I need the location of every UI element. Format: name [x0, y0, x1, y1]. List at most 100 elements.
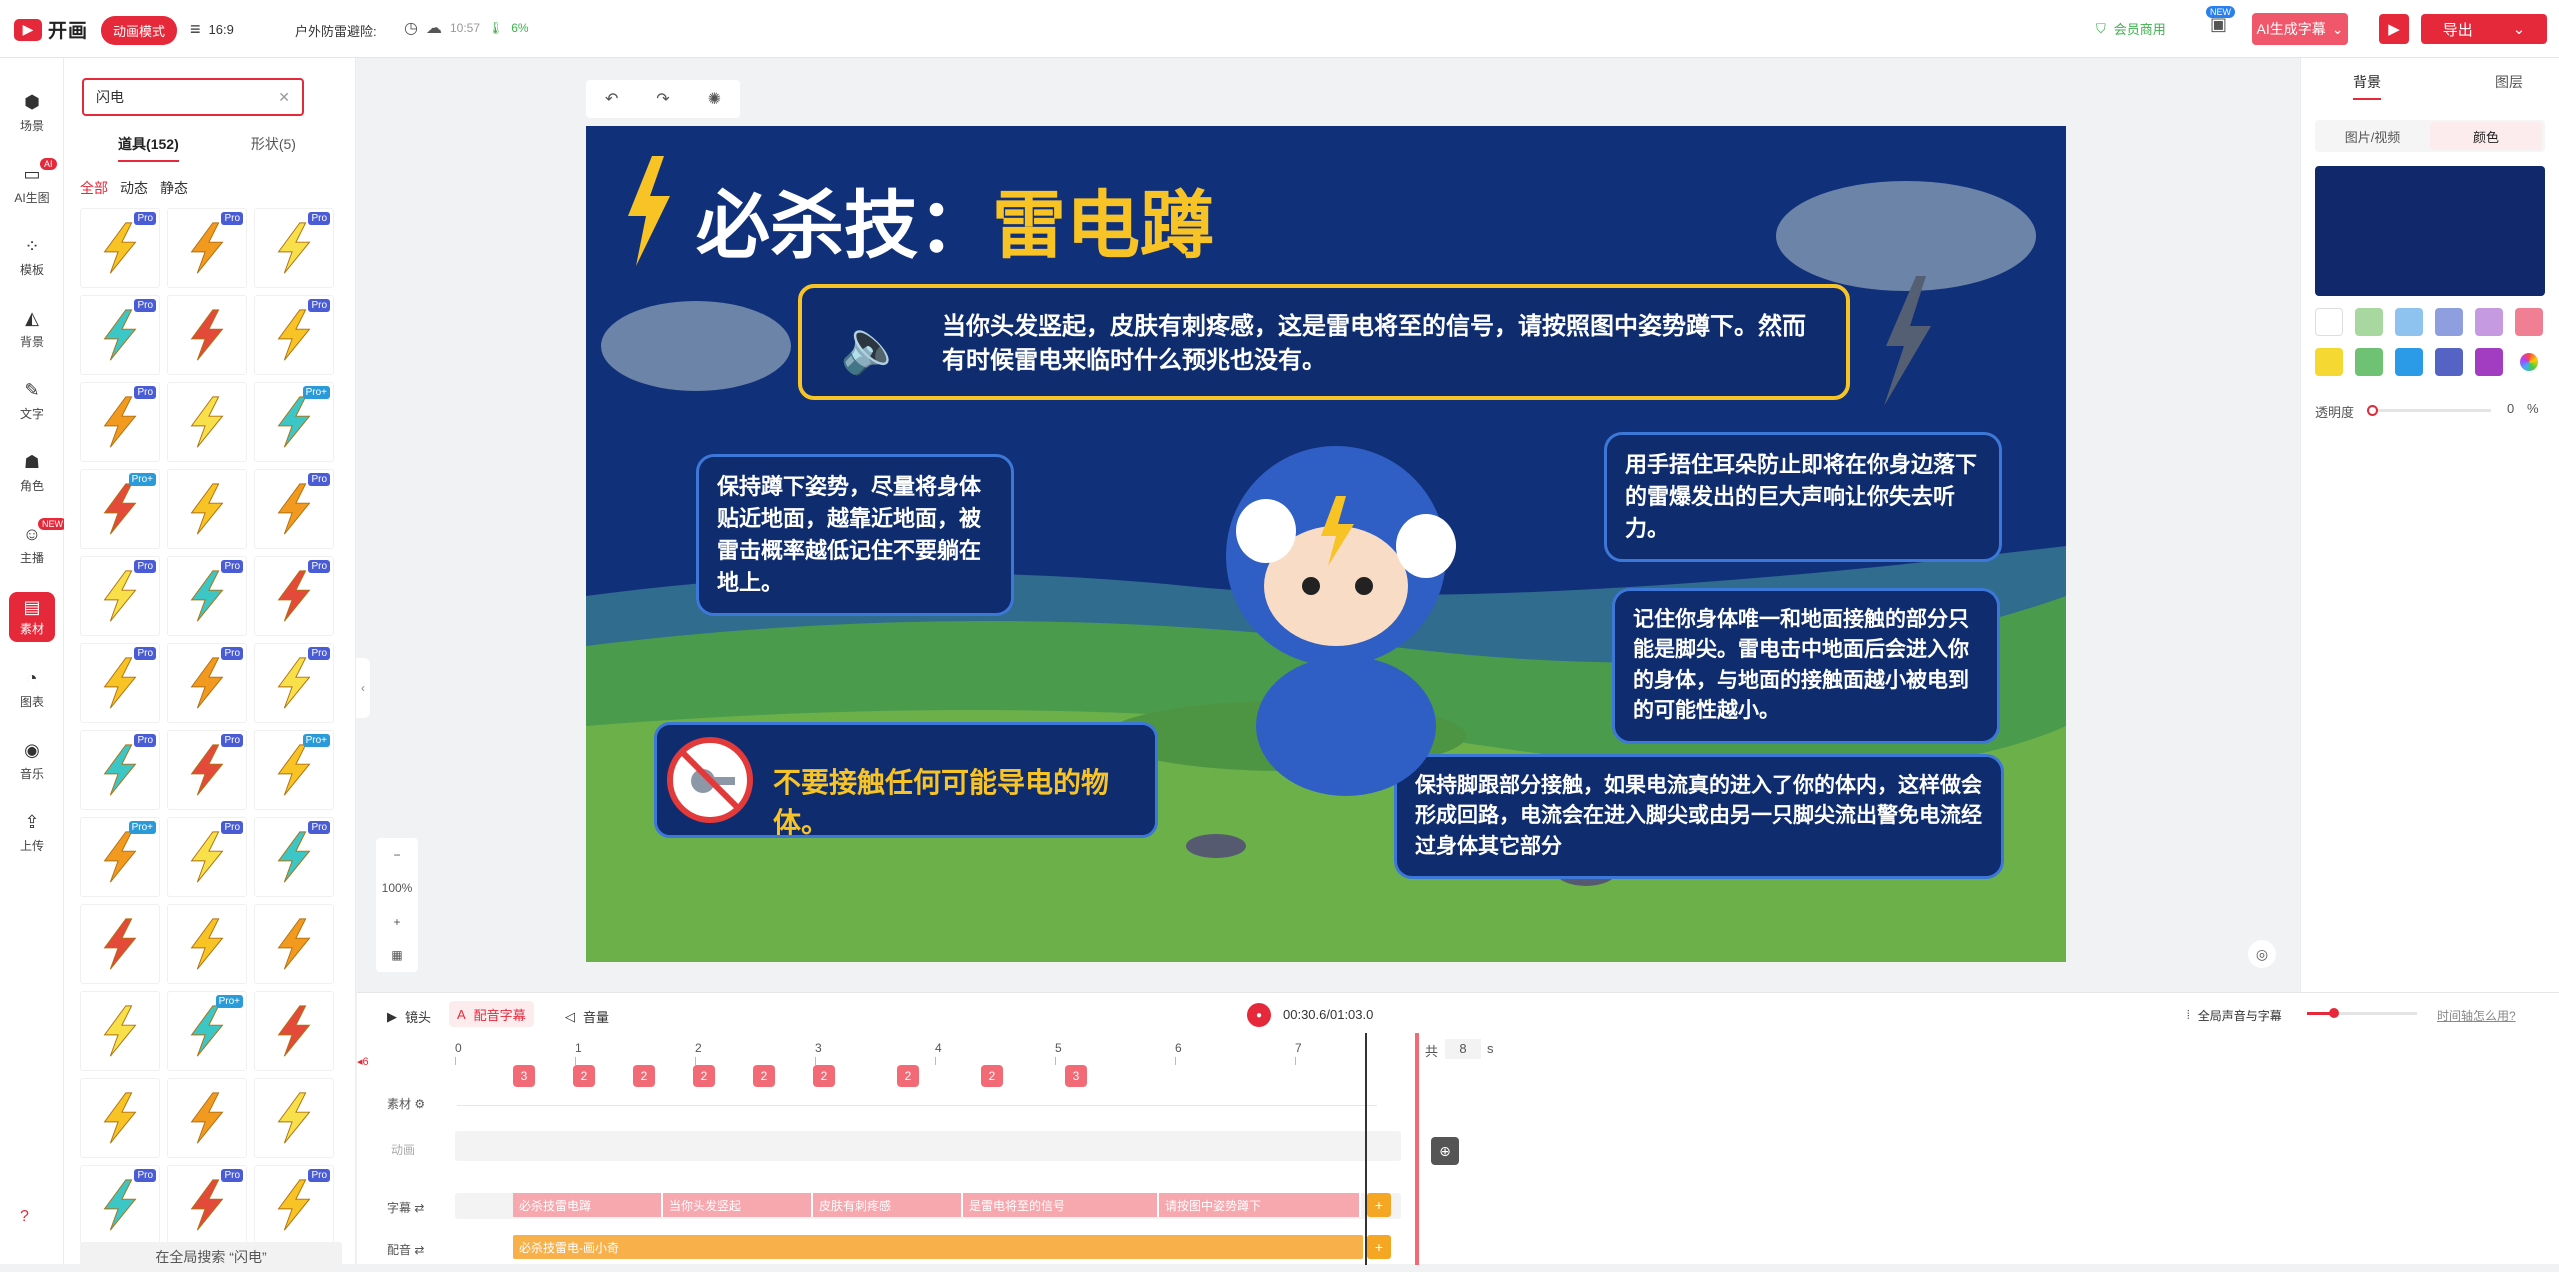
filter-static[interactable]: 静态: [160, 178, 188, 198]
nav-template[interactable]: ⁘ 模板: [0, 228, 64, 286]
material-item[interactable]: [80, 904, 160, 984]
tab-background[interactable]: 背景: [2353, 72, 2381, 100]
material-item[interactable]: Pro+: [254, 382, 334, 462]
nav-text[interactable]: ✎ 文字: [0, 372, 64, 430]
material-item[interactable]: Pro: [80, 382, 160, 462]
search-input[interactable]: 闪电 ✕: [82, 78, 304, 116]
timeline-zoom-handle[interactable]: [2329, 1008, 2339, 1018]
app-logo[interactable]: ▶ 开画: [14, 16, 88, 43]
help-icon[interactable]: ?: [20, 1208, 29, 1226]
filter-all[interactable]: 全部: [80, 178, 108, 198]
material-item[interactable]: Pro: [167, 643, 247, 723]
color-swatch[interactable]: [2435, 348, 2463, 376]
material-item[interactable]: Pro: [254, 556, 334, 636]
material-item[interactable]: Pro+: [80, 469, 160, 549]
add-scene-icon[interactable]: ⊕: [1431, 1137, 1459, 1165]
material-marker[interactable]: 2: [573, 1065, 595, 1087]
color-swatch[interactable]: [2355, 308, 2383, 336]
scene-edge-tab[interactable]: ◂6: [357, 1055, 375, 1073]
filter-dynamic[interactable]: 动态: [120, 178, 148, 198]
lens-button[interactable]: ▶ 镜头: [387, 1007, 431, 1026]
record-button[interactable]: ●: [1247, 1003, 1271, 1027]
material-item[interactable]: Pro: [80, 556, 160, 636]
tab-props[interactable]: 道具(152): [118, 134, 179, 162]
material-item[interactable]: [254, 991, 334, 1071]
material-item[interactable]: [254, 1078, 334, 1158]
color-swatch[interactable]: [2395, 308, 2423, 336]
scene-end-handle[interactable]: [1415, 1033, 1419, 1265]
zoom-in-icon[interactable]: +: [393, 915, 400, 929]
subtitle-segment[interactable]: 必杀技雷电蹲: [513, 1193, 663, 1217]
material-marker[interactable]: 2: [813, 1065, 835, 1087]
material-marker[interactable]: 2: [633, 1065, 655, 1087]
nav-anchor[interactable]: NEW ☺ 主播: [0, 516, 67, 574]
preview-play-button[interactable]: ▶: [2379, 14, 2409, 44]
material-item[interactable]: [167, 904, 247, 984]
playhead[interactable]: [1365, 1033, 1367, 1265]
material-marker[interactable]: 3: [513, 1065, 535, 1087]
nav-upload[interactable]: ⇪ 上传: [0, 804, 64, 862]
subtitle-segment[interactable]: 是雷电将至的信号: [963, 1193, 1159, 1217]
scene-canvas[interactable]: 必杀技：雷电蹲 🔈 当你头发竖起，皮肤有刺疼感，这是雷电将至的信号，请按照图中姿…: [586, 126, 2066, 962]
gear-icon[interactable]: ⚙: [414, 1097, 425, 1111]
subtitle-segment[interactable]: 当你头发竖起: [663, 1193, 813, 1217]
material-item[interactable]: Pro+: [80, 817, 160, 897]
material-item[interactable]: Pro: [167, 208, 247, 288]
material-item[interactable]: Pro: [167, 1165, 247, 1245]
nav-scene[interactable]: ⬢ 场景: [0, 84, 64, 142]
material-item[interactable]: [167, 469, 247, 549]
material-item[interactable]: Pro: [254, 208, 334, 288]
timeline-help-link[interactable]: 时间轴怎么用?: [2437, 1007, 2516, 1024]
material-item[interactable]: Pro: [254, 469, 334, 549]
ai-subtitle-button[interactable]: AI生成字幕 ⌄: [2252, 13, 2348, 45]
material-item[interactable]: Pro: [80, 295, 160, 375]
collapse-panel-icon[interactable]: ‹: [356, 658, 370, 718]
material-marker[interactable]: 2: [693, 1065, 715, 1087]
material-marker[interactable]: 2: [897, 1065, 919, 1087]
nav-material[interactable]: ▤ 素材: [0, 588, 64, 646]
subtitle-segment[interactable]: 请按图中姿势蹲下: [1159, 1193, 1361, 1217]
swap-icon[interactable]: ⇄: [414, 1243, 424, 1257]
nav-music[interactable]: ◉ 音乐: [0, 732, 64, 790]
clear-icon[interactable]: ✕: [278, 89, 290, 106]
material-item[interactable]: Pro: [167, 730, 247, 810]
material-item[interactable]: Pro: [254, 295, 334, 375]
redo-icon[interactable]: ↷: [656, 89, 669, 109]
opacity-handle[interactable]: [2367, 405, 2378, 416]
material-item[interactable]: [167, 295, 247, 375]
material-item[interactable]: [80, 1078, 160, 1158]
ratio-button[interactable]: ≡ 16:9: [190, 19, 234, 40]
current-color-preview[interactable]: [2315, 166, 2545, 296]
global-search-button[interactable]: 在全局搜索 “闪电”: [80, 1242, 342, 1272]
color-swatch[interactable]: [2520, 353, 2538, 371]
color-swatch[interactable]: [2355, 348, 2383, 376]
material-item[interactable]: Pro: [254, 643, 334, 723]
export-button[interactable]: 导出 ⌄: [2421, 14, 2547, 44]
material-marker[interactable]: 3: [1065, 1065, 1087, 1087]
material-item[interactable]: Pro: [80, 643, 160, 723]
total-duration-input[interactable]: 8: [1445, 1039, 1481, 1059]
grid-icon[interactable]: ▦: [391, 948, 402, 962]
color-swatch[interactable]: [2435, 308, 2463, 336]
camera-view-icon[interactable]: ◎: [2248, 940, 2276, 968]
subtitle-segment[interactable]: 皮肤有刺疼感: [813, 1193, 963, 1217]
dub-subtitle-button[interactable]: A 配音字幕: [449, 1001, 534, 1027]
color-swatch[interactable]: [2475, 308, 2503, 336]
toggle-media[interactable]: 图片/视频: [2315, 120, 2430, 152]
add-voice-icon[interactable]: +: [1367, 1235, 1391, 1259]
opacity-value[interactable]: 0: [2507, 401, 2514, 416]
nav-background[interactable]: ◭ 背景: [0, 300, 64, 358]
swap-icon[interactable]: ⇄: [414, 1201, 424, 1215]
tab-shapes[interactable]: 形状(5): [251, 134, 296, 162]
palette-icon[interactable]: ✺: [708, 89, 721, 109]
material-item[interactable]: Pro: [167, 817, 247, 897]
timeline-zoom-slider[interactable]: [2307, 1008, 2417, 1018]
global-sound-button[interactable]: ⦙ 全局声音与字幕: [2187, 1007, 2282, 1024]
zoom-out-icon[interactable]: −: [393, 848, 400, 862]
material-item[interactable]: Pro: [167, 556, 247, 636]
material-item[interactable]: [80, 991, 160, 1071]
material-item[interactable]: Pro: [254, 1165, 334, 1245]
color-swatch[interactable]: [2315, 308, 2343, 336]
notification-button[interactable]: NEW ▣: [2206, 6, 2235, 36]
material-item[interactable]: Pro: [254, 817, 334, 897]
